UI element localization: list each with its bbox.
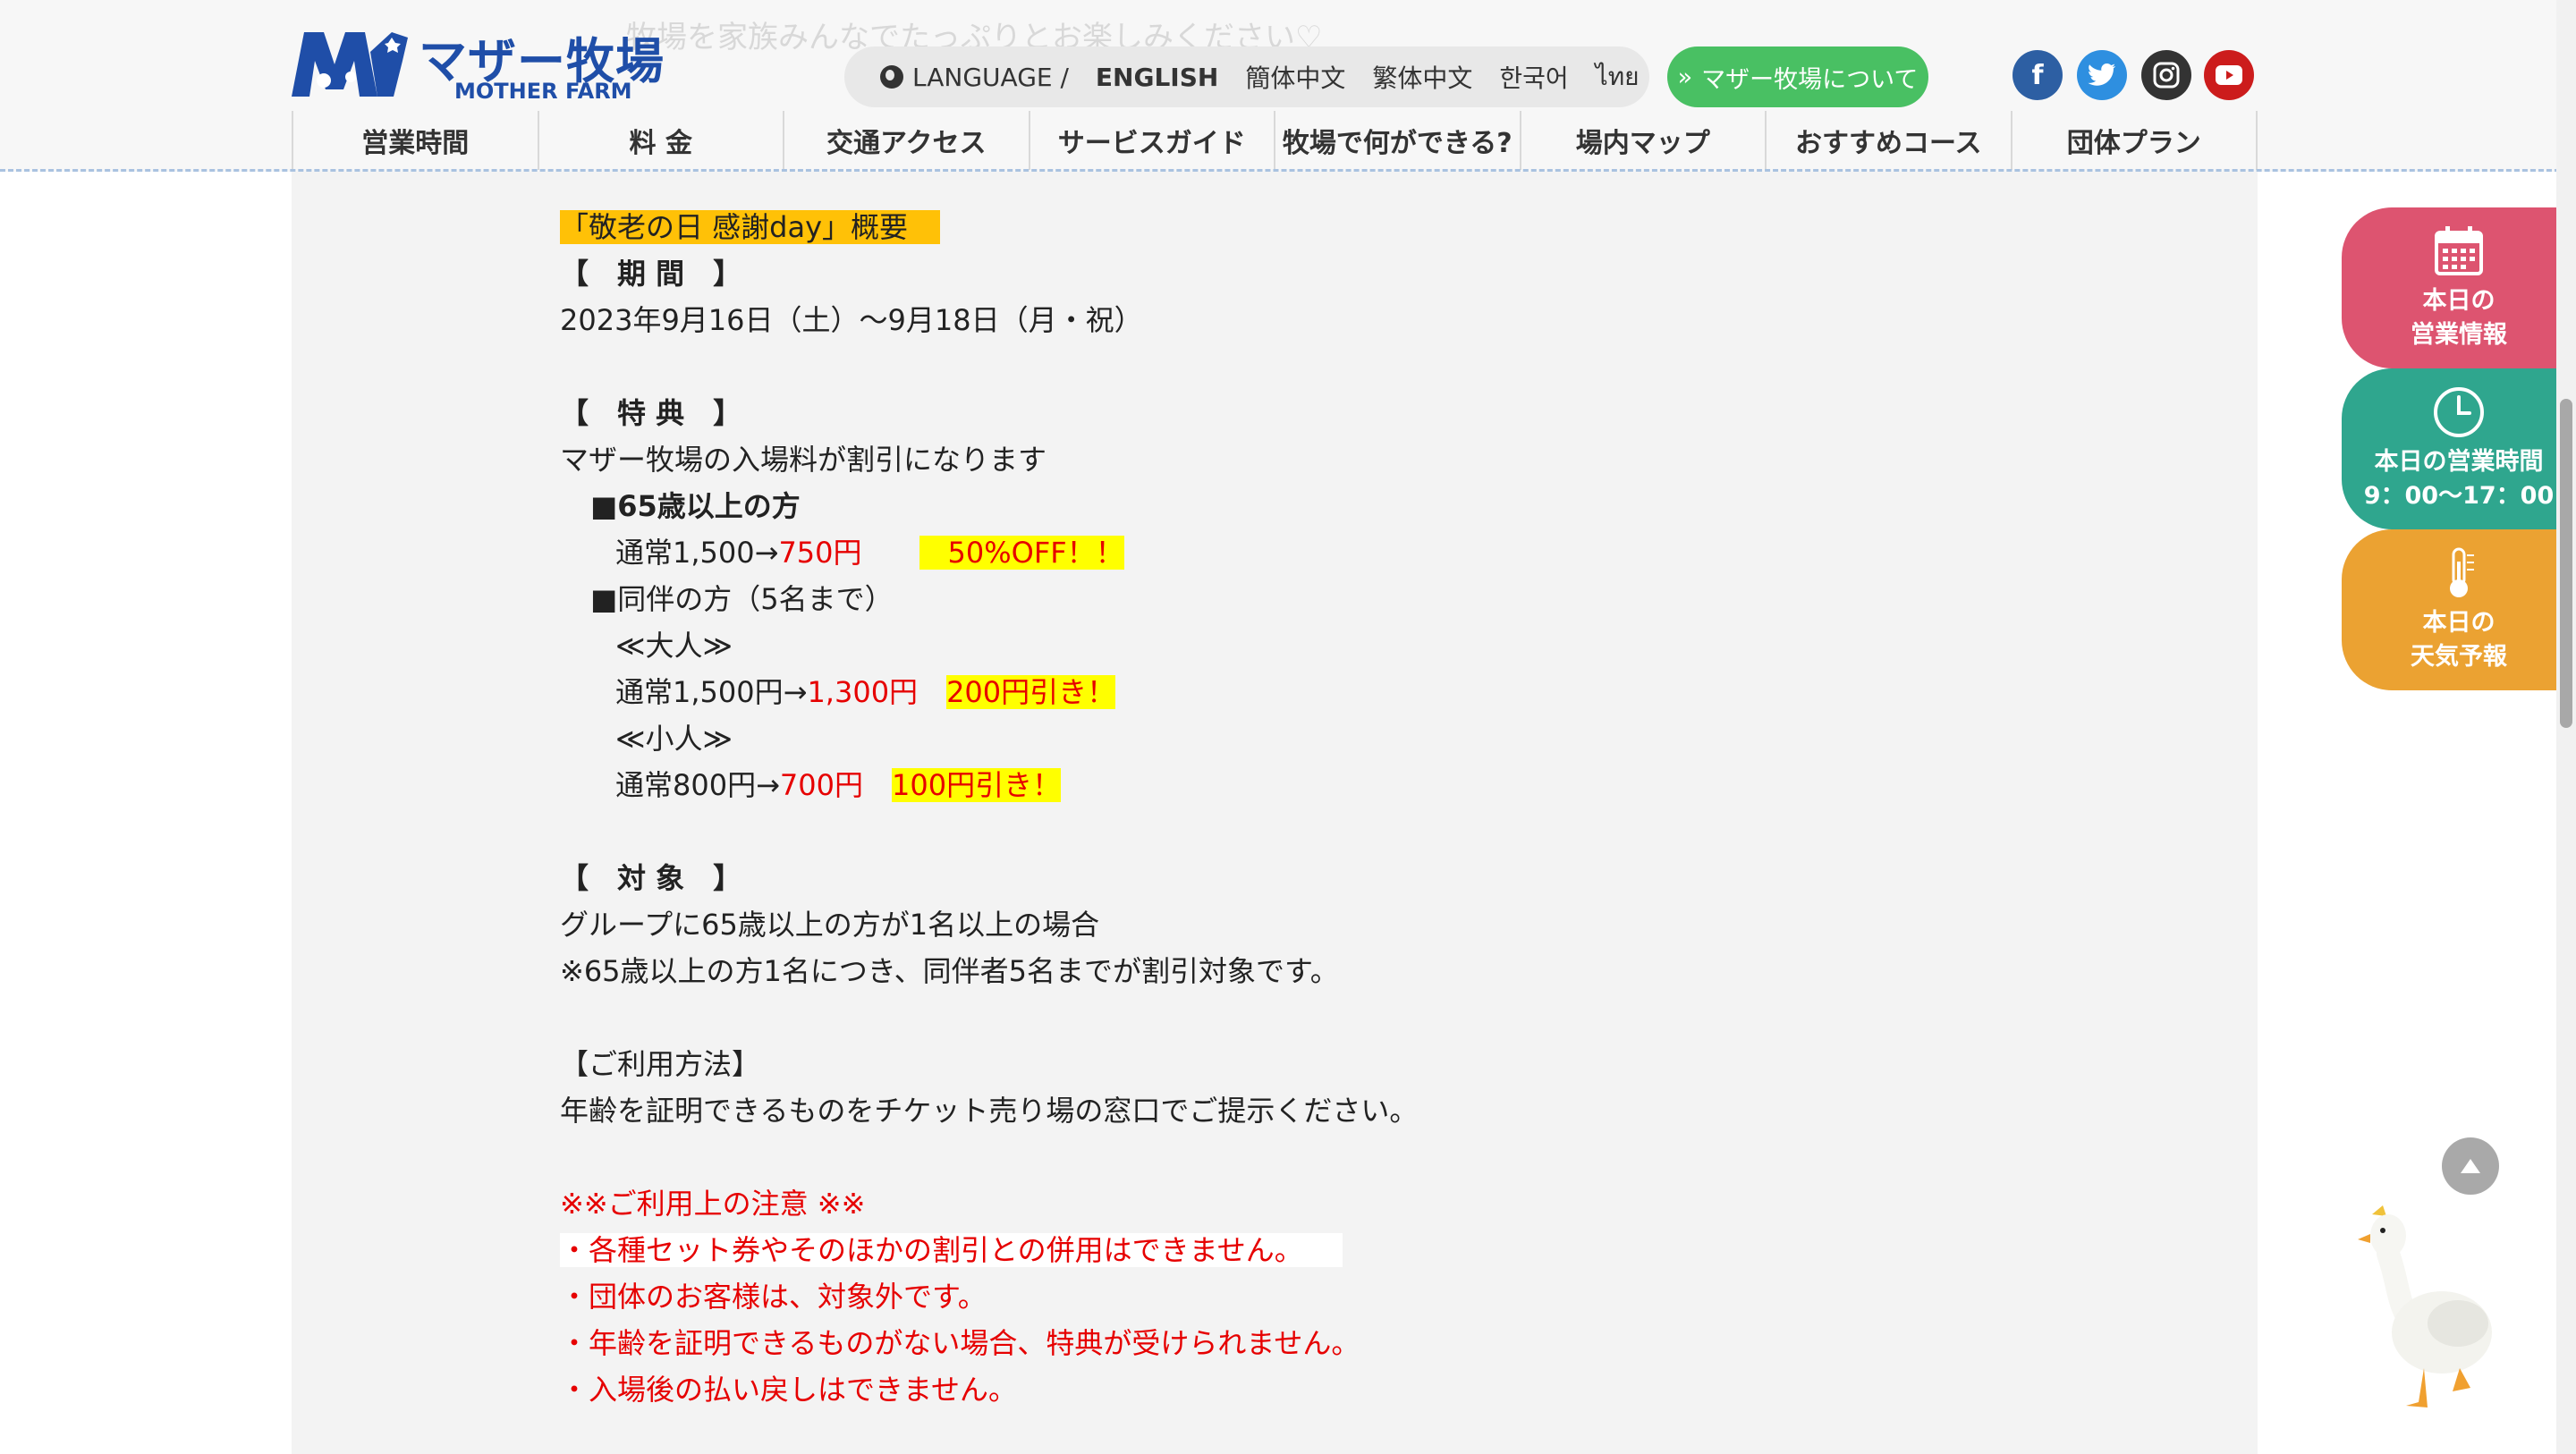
child-label: ≪小人≫ — [615, 722, 733, 756]
adult-discount-price: 1,300円 — [807, 675, 919, 709]
language-label: LANGUAGE / — [880, 63, 1069, 92]
senior-normal-price: 通常1,500→ — [615, 536, 779, 570]
duck-mascot-icon — [2358, 1205, 2492, 1408]
benefit-intro: マザー牧場の入場料が割引になります — [560, 443, 1047, 477]
nav-activities[interactable]: 牧場で何ができる? — [1275, 111, 1521, 170]
nav-park-map[interactable]: 場内マップ — [1521, 111, 1767, 170]
notice-item: ・団体のお客様は、対象外です。 — [560, 1280, 987, 1314]
calendar-icon — [2435, 226, 2483, 275]
language-label-text: LANGUAGE / — [912, 62, 1069, 92]
senior-discount-badge: 50%OFF！！ — [919, 536, 1124, 570]
today-info-line: 営業情報 — [2411, 321, 2507, 349]
language-simplified-chinese[interactable]: 簡体中文 — [1245, 59, 1345, 95]
child-normal-price: 通常800円→ — [615, 768, 780, 802]
child-discount-price: 700円 — [779, 768, 863, 802]
today-hours-line: 本日の営業時間 — [2374, 448, 2544, 476]
about-button-label: マザー牧場について — [1701, 65, 1919, 94]
senior-price-line: 通常1,500→750円 50%OFF！！ — [560, 529, 2080, 576]
page-scrollbar-thumb[interactable] — [2560, 399, 2572, 728]
double-chevron-right-icon: » — [1677, 63, 1693, 91]
today-hours-label: 本日の営業時間 9：00～17：00 — [2364, 445, 2555, 513]
back-to-top-button[interactable] — [2442, 1137, 2499, 1195]
adult-price-line: 通常1,500円→1,300円 200円引き！ — [560, 669, 2080, 715]
today-weather-tab[interactable]: 本日の 天気予報 — [2342, 529, 2576, 690]
today-hours-tab[interactable]: 本日の営業時間 9：00～17：00 — [2342, 368, 2576, 529]
site-header: 牧場を家族みんなでたっぷりとお楽しみください♡ マザー牧場 MOTHER FAR… — [0, 0, 2576, 172]
today-hours-time: 9：00～17：00 — [2363, 482, 2555, 510]
notice-heading: ※※ご利用上の注意 ※※ — [560, 1187, 866, 1221]
adult-discount-badge: 200円引き！ — [946, 675, 1116, 709]
triangle-up-icon — [2461, 1159, 2480, 1173]
companion-label: ■同伴の方（5名まで） — [590, 582, 894, 616]
nav-recommended-course[interactable]: おすすめコース — [1767, 111, 2012, 170]
target-text-2: ※65歳以上の方1名につき、同伴者5名までが割引対象です。 — [560, 954, 1339, 988]
language-selector: LANGUAGE / ENGLISH 簡体中文 繁体中文 한국어 ไทย — [844, 46, 1649, 107]
nav-business-hours[interactable]: 営業時間 — [293, 111, 539, 170]
thermometer-icon — [2450, 547, 2474, 597]
about-button[interactable]: » マザー牧場について — [1667, 46, 1928, 107]
instagram-glyph-icon — [2153, 62, 2180, 89]
facebook-icon[interactable]: f — [2012, 50, 2063, 100]
language-traditional-chinese[interactable]: 繁体中文 — [1372, 59, 1472, 95]
today-info-line: 本日の — [2422, 287, 2496, 315]
nav-fees[interactable]: 料 金 — [539, 111, 784, 170]
child-discount-badge: 100円引き！ — [892, 768, 1062, 802]
logo-mark-icon — [292, 32, 408, 97]
youtube-glyph-icon — [2216, 65, 2242, 85]
youtube-icon[interactable] — [2204, 50, 2254, 100]
event-article: 「敬老の日 感謝day」概要 【 期 間 】 2023年9月16日（土）～9月1… — [560, 204, 2080, 1413]
senior-discount-price: 750円 — [778, 536, 862, 570]
target-text-1: グループに65歳以上の方が1名以上の場合 — [560, 908, 1100, 942]
adult-label: ≪大人≫ — [615, 629, 733, 663]
usage-heading: 【ご利用方法】 — [560, 1047, 761, 1081]
clock-icon — [2434, 387, 2484, 437]
child-price-line: 通常800円→700円 100円引き！ — [560, 762, 2080, 808]
notice-item: ・入場後の払い戻しはできません。 — [560, 1373, 1018, 1407]
language-korean[interactable]: 한국어 — [1499, 59, 1568, 95]
nav-group-plan[interactable]: 団体プラン — [2012, 111, 2258, 170]
usage-text: 年齢を証明できるものをチケット売り場の窓口でご提示ください。 — [560, 1094, 1419, 1128]
today-weather-line: 本日の — [2422, 609, 2496, 637]
global-nav: 営業時間 料 金 交通アクセス サービスガイド 牧場で何ができる? 場内マップ … — [292, 111, 2258, 170]
adult-normal-price: 通常1,500円→ — [615, 675, 808, 709]
target-heading: 【 対 象 】 — [560, 861, 742, 895]
period-heading: 【 期 間 】 — [560, 257, 742, 291]
logo-subtitle: MOTHER FARM — [454, 79, 632, 104]
instagram-icon[interactable] — [2141, 50, 2191, 100]
notice-item: ・年齢を証明できるものがない場合、特典が受けられません。 — [560, 1326, 1360, 1360]
nav-access[interactable]: 交通アクセス — [784, 111, 1030, 170]
today-weather-line: 天気予報 — [2411, 643, 2507, 671]
today-weather-label: 本日の 天気予報 — [2411, 606, 2507, 674]
period-text: 2023年9月16日（土）～9月18日（月・祝） — [560, 303, 1143, 337]
site-logo[interactable]: マザー牧場 MOTHER FARM — [288, 20, 664, 104]
notice-item: ・各種セット券やそのほかの割引との併用はできません。 — [560, 1233, 1343, 1267]
twitter-bird-icon — [2088, 63, 2115, 86]
benefit-heading: 【 特 典 】 — [560, 396, 742, 430]
today-info-label: 本日の 営業情報 — [2411, 284, 2507, 352]
today-info-tab[interactable]: 本日の 営業情報 — [2342, 207, 2576, 368]
senior-label: ■65歳以上の方 — [590, 489, 801, 523]
globe-icon — [880, 65, 903, 89]
twitter-icon[interactable] — [2077, 50, 2127, 100]
nav-service-guide[interactable]: サービスガイド — [1030, 111, 1275, 170]
language-english[interactable]: ENGLISH — [1096, 63, 1218, 92]
article-title: 「敬老の日 感謝day」概要 — [560, 210, 941, 244]
language-thai[interactable]: ไทย — [1596, 57, 1640, 97]
